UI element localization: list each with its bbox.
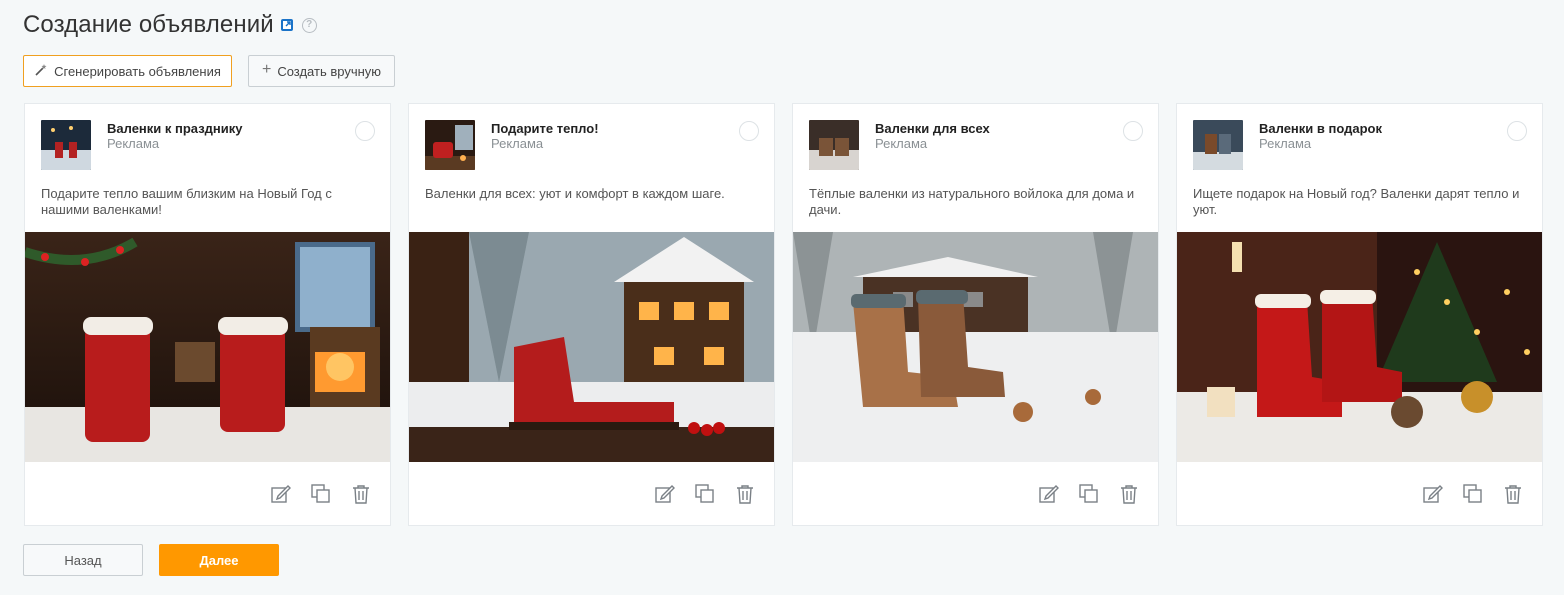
ad-text: Ищете подарок на Новый год? Валенки даря… [1193,186,1520,217]
ad-actions [654,483,756,505]
select-radio[interactable] [1507,121,1527,141]
ad-card: Валенки в подарок Реклама Ищете подарок … [1176,103,1543,526]
ad-avatar [809,120,859,170]
ad-card-header: Валенки к празднику Реклама [41,120,243,170]
ad-actions [270,483,372,505]
copy-icon[interactable] [1078,483,1100,505]
plus-icon: + [261,61,272,78]
ad-card: Подарите тепло! Реклама Валенки для всех… [408,103,775,526]
select-radio[interactable] [739,121,759,141]
ad-text: Тёплые валенки из натурального войлока д… [809,186,1135,217]
footer-buttons: Назад Далее [23,544,279,576]
select-radio[interactable] [1123,121,1143,141]
ad-subtitle: Реклама [107,136,160,151]
help-icon[interactable]: ? [301,17,317,33]
ad-title: Валенки к празднику [107,121,243,136]
trash-icon[interactable] [1502,483,1524,505]
copy-icon[interactable] [1462,483,1484,505]
page-header: Создание объявлений ? [23,10,317,40]
ad-avatar [425,120,475,170]
create-manually-label: Создать вручную [277,63,382,79]
edit-icon[interactable] [1038,483,1060,505]
ad-card-header: Валенки в подарок Реклама [1193,120,1382,170]
toolbar: Сгенерировать объявления + Создать вручн… [23,55,395,87]
ad-actions [1422,483,1524,505]
generate-ads-label: Сгенерировать объявления [54,63,221,79]
ad-card: Валенки к празднику Реклама Подарите теп… [24,103,391,526]
ad-image [25,232,390,462]
ad-card-header: Подарите тепло! Реклама [425,120,599,170]
trash-icon[interactable] [1118,483,1140,505]
ad-text: Валенки для всех: уют и комфорт в каждом… [425,186,725,201]
ad-subtitle: Реклама [491,136,544,151]
back-button[interactable]: Назад [23,544,143,576]
edit-icon[interactable] [270,483,292,505]
ad-image [793,232,1158,462]
create-manually-button[interactable]: + Создать вручную [248,55,395,87]
ad-title: Валенки в подарок [1259,121,1382,136]
trash-icon[interactable] [350,483,372,505]
ad-subtitle: Реклама [1259,136,1312,151]
ad-avatar [41,120,91,170]
external-link-icon[interactable] [280,18,294,32]
generate-ads-button[interactable]: Сгенерировать объявления [23,55,232,87]
ad-image [1177,232,1542,462]
ad-subtitle: Реклама [875,136,928,151]
ad-title: Подарите тепло! [491,121,599,136]
ad-cards: Валенки к празднику Реклама Подарите теп… [24,103,1543,526]
edit-icon[interactable] [654,483,676,505]
edit-icon[interactable] [1422,483,1444,505]
copy-icon[interactable] [310,483,332,505]
ad-title: Валенки для всех [875,121,990,136]
magic-wand-icon [34,63,48,80]
trash-icon[interactable] [734,483,756,505]
ad-text: Подарите тепло вашим близким на Новый Го… [41,186,332,217]
next-button[interactable]: Далее [159,544,279,576]
ad-card: Валенки для всех Реклама Тёплые валенки … [792,103,1159,526]
ad-actions [1038,483,1140,505]
ad-avatar [1193,120,1243,170]
copy-icon[interactable] [694,483,716,505]
select-radio[interactable] [355,121,375,141]
ad-image [409,232,774,462]
page-title: Создание объявлений [23,11,274,38]
ad-card-header: Валенки для всех Реклама [809,120,990,170]
